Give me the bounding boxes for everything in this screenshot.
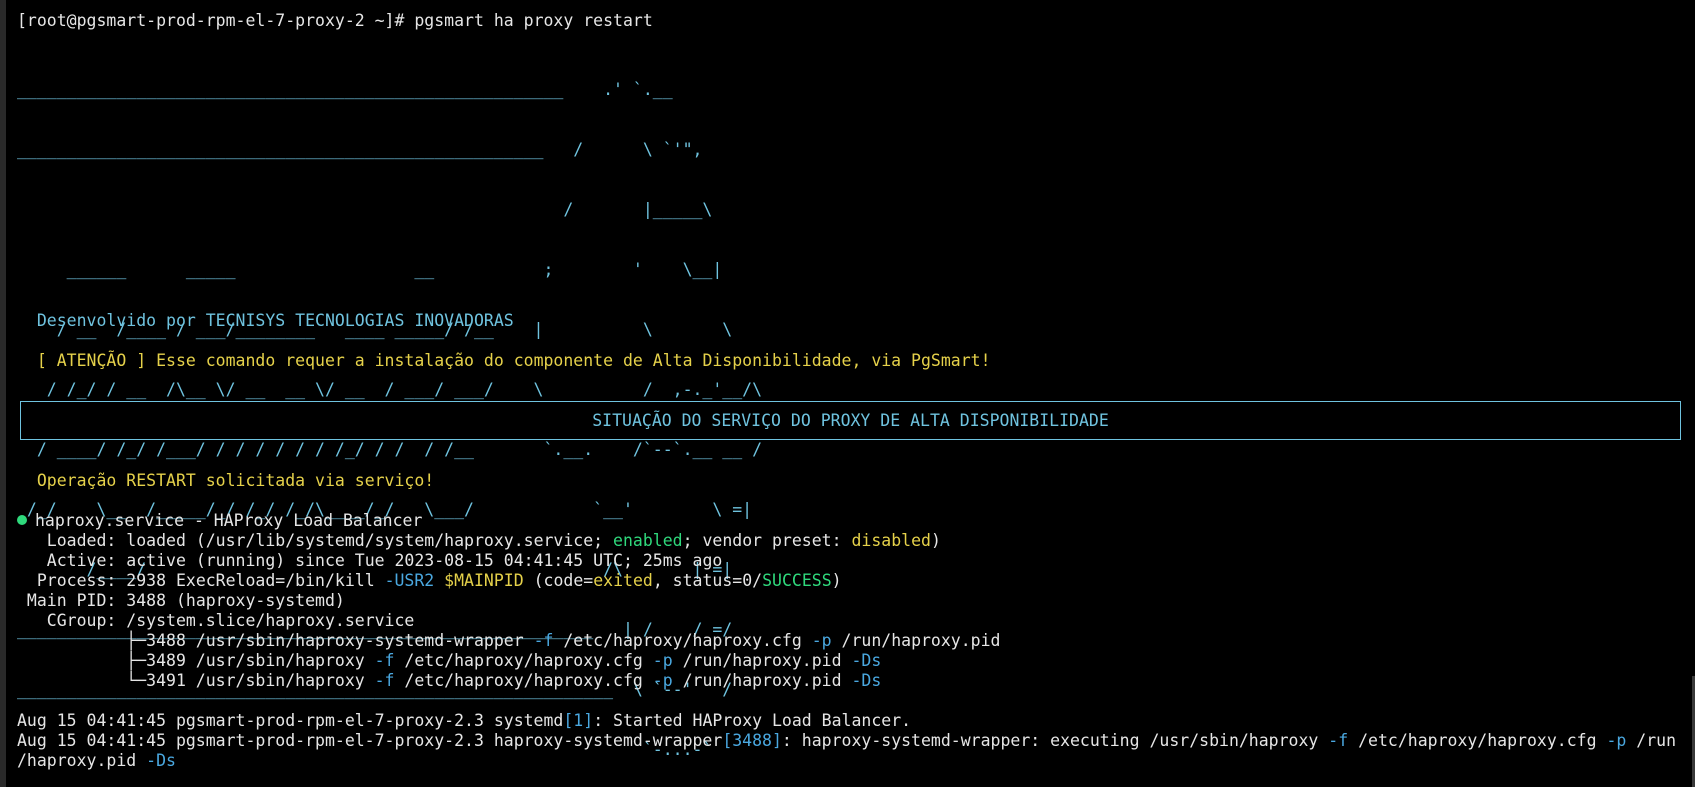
- process-label: Process:: [17, 571, 127, 590]
- log-line: Aug 15 04:41:45 pgsmart-prod-rpm-el-7-pr…: [17, 711, 911, 731]
- vendor-preset-label: ; vendor preset:: [682, 531, 852, 550]
- log-wrap-rest: /haproxy.pid: [17, 751, 147, 770]
- mainpid-value: 3488 (haproxy-systemd): [126, 591, 345, 610]
- operation-text: Operação RESTART solicitada via serviço!: [36, 471, 435, 490]
- pid-path: /run/haproxy.pid: [672, 651, 852, 670]
- banner-line: ________________________________________…: [17, 140, 703, 159]
- log-wrap: /run: [1626, 731, 1676, 750]
- f-flag: -f: [374, 671, 395, 690]
- attention-notice: [ ATENÇÃO ] Esse comando requer a instal…: [17, 351, 991, 371]
- command-line: [root@pgsmart-prod-rpm-el-7-proxy-2 ~]# …: [17, 11, 1695, 31]
- loaded-close: ): [930, 531, 941, 550]
- status-title: SITUAÇÃO DO SERVIÇO DO PROXY DE ALTA DIS…: [592, 410, 1109, 430]
- cfg-path: /etc/haproxy/haproxy.cfg: [394, 651, 653, 670]
- usr2-flag: -USR2: [384, 571, 435, 590]
- p-flag: -p: [1606, 731, 1627, 750]
- loaded-label: Loaded:: [17, 531, 127, 550]
- f-flag: -f: [1328, 731, 1349, 750]
- log-prefix: Aug 15 04:41:45 pgsmart-prod-rpm-el-7-pr…: [17, 731, 723, 750]
- log-pid: [3488]: [722, 731, 782, 750]
- tree-process: ├─3488 /usr/sbin/haproxy-systemd-wrapper: [17, 631, 534, 650]
- mainpid-line: Main PID: 3488 (haproxy-systemd): [17, 591, 345, 611]
- process-value: 2938 ExecReload=/bin/kill: [126, 571, 385, 590]
- service-header-line: haproxy.service - HAProxy Load Balancer: [17, 511, 422, 531]
- cgroup-tree-item: └─3491 /usr/sbin/haproxy -f /etc/haproxy…: [17, 671, 881, 691]
- ds-flag: -Ds: [851, 671, 882, 690]
- active-value: active (running) since Tue 2023-08-15 04…: [126, 551, 723, 570]
- p-flag: -p: [811, 631, 832, 650]
- status-title-box: SITUAÇÃO DO SERVIÇO DO PROXY DE ALTA DIS…: [20, 401, 1681, 440]
- exited-state: exited: [593, 571, 653, 590]
- shell-prompt: [root@pgsmart-prod-rpm-el-7-proxy-2 ~]#: [17, 11, 415, 30]
- cgroup-tree-item: ├─3488 /usr/sbin/haproxy-systemd-wrapper…: [17, 631, 1000, 651]
- ds-flag: -Ds: [851, 651, 882, 670]
- ds-flag: -Ds: [146, 751, 176, 770]
- banner-line: / /_/ / __ /\__ \/ __ __ \/ __ / ___/ __…: [17, 380, 763, 399]
- f-flag: -f: [374, 651, 395, 670]
- code-label: (code=: [523, 571, 594, 590]
- status-label: , status=0/: [652, 571, 763, 590]
- tree-process: └─3491 /usr/sbin/haproxy: [17, 671, 375, 690]
- enabled-state: enabled: [613, 531, 683, 550]
- loaded-value: loaded (/usr/lib/systemd/system/haproxy.…: [126, 531, 614, 550]
- developer-text: Desenvolvido por TECNISYS TECNOLOGIAS IN…: [36, 311, 514, 330]
- cgroup-tree-item: ├─3489 /usr/sbin/haproxy -f /etc/haproxy…: [17, 651, 881, 671]
- terminal-window[interactable]: [root@pgsmart-prod-rpm-el-7-proxy-2 ~]# …: [0, 0, 1695, 787]
- log-pid: [1]: [563, 711, 594, 730]
- banner-line: ______ _____ __ ; ' \__|: [17, 260, 723, 279]
- service-header: haproxy.service - HAProxy Load Balancer: [35, 511, 423, 530]
- cgroup-line: CGroup: /system.slice/haproxy.service: [17, 611, 415, 631]
- log-line: Aug 15 04:41:45 pgsmart-prod-rpm-el-7-pr…: [17, 731, 1676, 751]
- cfg-path: /etc/haproxy/haproxy.cfg: [553, 631, 812, 650]
- status-dot-icon: [17, 515, 27, 525]
- operation-message: Operação RESTART solicitada via serviço!: [17, 471, 434, 491]
- attention-text: [ ATENÇÃO ] Esse comando requer a instal…: [36, 351, 991, 370]
- cfg-path: /etc/haproxy/haproxy.cfg: [394, 671, 653, 690]
- banner-line: / ____/ /_/ /___/ / / / / / / /_/ / / / …: [17, 440, 763, 459]
- pid-path: /run/haproxy.pid: [831, 631, 1001, 650]
- log-message: : haproxy-systemd-wrapper: executing /us…: [781, 731, 1329, 750]
- log-line-continuation: /haproxy.pid -Ds: [17, 751, 176, 771]
- log-message: : Started HAProxy Load Balancer.: [593, 711, 912, 730]
- banner-line: / |_____\: [17, 200, 713, 219]
- cgroup-value: /system.slice/haproxy.service: [126, 611, 415, 630]
- mainpid-label: Main PID:: [17, 591, 127, 610]
- pid-path: /run/haproxy.pid: [672, 671, 852, 690]
- p-flag: -p: [652, 671, 673, 690]
- active-line: Active: active (running) since Tue 2023-…: [17, 551, 723, 571]
- log-prefix: Aug 15 04:41:45 pgsmart-prod-rpm-el-7-pr…: [17, 711, 564, 730]
- p-flag: -p: [652, 651, 673, 670]
- f-flag: -f: [533, 631, 554, 650]
- cfg-path: /etc/haproxy/haproxy.cfg: [1348, 731, 1607, 750]
- process-close: ): [831, 571, 842, 590]
- loaded-line: Loaded: loaded (/usr/lib/systemd/system/…: [17, 531, 941, 551]
- mainpid-var: $MAINPID: [444, 571, 524, 590]
- banner-line: ________________________________________…: [17, 80, 673, 99]
- disabled-state: disabled: [851, 531, 931, 550]
- command-text: pgsmart ha proxy restart: [414, 11, 653, 30]
- process-line: Process: 2938 ExecReload=/bin/kill -USR2…: [17, 571, 842, 591]
- success-state: SUCCESS: [762, 571, 832, 590]
- active-label: Active:: [17, 551, 127, 570]
- left-edge-bar: [0, 0, 6, 787]
- developer-credit: Desenvolvido por TECNISYS TECNOLOGIAS IN…: [17, 311, 514, 331]
- tree-process: ├─3489 /usr/sbin/haproxy: [17, 651, 375, 670]
- cgroup-label: CGroup:: [17, 611, 127, 630]
